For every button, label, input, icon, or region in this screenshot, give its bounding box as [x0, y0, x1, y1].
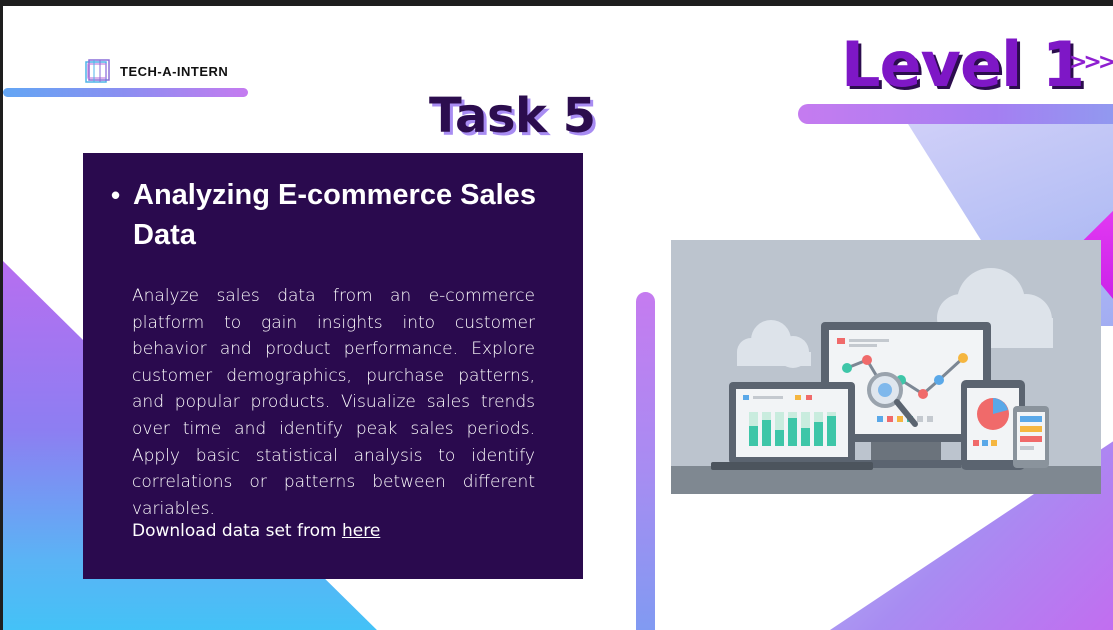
- task-description-card: • Analyzing E-commerce Sales Data Analyz…: [83, 153, 583, 579]
- analytics-devices-illustration: [671, 240, 1101, 494]
- phone-icon: [1013, 406, 1049, 468]
- brand-logo: TECH-A-INTERN: [85, 58, 228, 84]
- download-line: Download data set from here: [132, 521, 380, 541]
- brand-name: TECH-A-INTERN: [120, 63, 229, 79]
- card-heading: • Analyzing E-commerce Sales Data: [111, 175, 551, 255]
- download-here-link[interactable]: here: [342, 521, 380, 541]
- level-heading: Level 1: [841, 28, 1085, 101]
- download-prefix: Download data set from: [132, 521, 337, 541]
- chevron-right-arrows-icon: >>>: [1069, 50, 1113, 75]
- slide: TECH-A-INTERN Level 1 >>> Task 5 • Analy…: [3, 6, 1113, 630]
- card-title-text: Analyzing E-commerce Sales Data: [133, 179, 536, 251]
- bullet-icon: •: [111, 180, 121, 210]
- level-underline-bar: [798, 104, 1113, 124]
- logo-underline-bar: [3, 88, 248, 97]
- vertical-accent-bar: [636, 292, 655, 630]
- stacked-squares-logo-icon: [85, 59, 110, 83]
- task-title: Task 5: [429, 88, 596, 144]
- laptop-icon: [711, 382, 873, 470]
- card-body-text: Analyze sales data from an e-commerce pl…: [132, 286, 535, 519]
